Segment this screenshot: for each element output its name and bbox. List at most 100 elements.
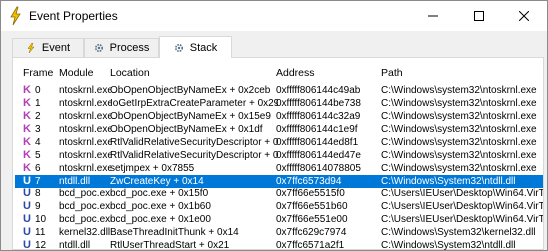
column-header-frame[interactable]: Frame (23, 67, 53, 81)
table-row[interactable]: K 1 ntoskrnl.exe IoGetIrpExtraCreateParamet… (15, 97, 543, 110)
cell-address: 0xfffff806144be738 (276, 97, 361, 109)
minimize-button[interactable] (410, 1, 456, 31)
cell-frame: 4 (35, 136, 41, 148)
cell-path: C:\Windows\system32\ntoskrnl.exe (381, 162, 537, 174)
cell-location: ObOpenObjectByNameEx + 0x15e9 (110, 110, 271, 122)
kernel-mode-icon: K (23, 135, 31, 148)
user-mode-icon: U (23, 187, 31, 200)
cell-path: C:\Windows\system32\ntoskrnl.exe (381, 123, 537, 135)
cell-frame: 5 (35, 149, 41, 161)
column-header-path[interactable]: Path (381, 67, 403, 81)
close-icon (519, 11, 529, 21)
user-mode-icon: U (23, 226, 31, 239)
column-header-module[interactable]: Module (59, 67, 93, 81)
cell-frame: 12 (35, 240, 47, 251)
cell-location: RtlUserThreadStart + 0x21 (110, 240, 230, 251)
column-header-location[interactable]: Location (110, 67, 150, 81)
cell-module: bcd_poc.exe (59, 214, 111, 226)
cell-address: 0xfffff806144c49ab (276, 85, 361, 96)
cell-path: C:\Windows\System32\kernel32.dll (381, 227, 536, 239)
table-row[interactable]: K 2 ntoskrnl.exe ObOpenObjectByNameEx + 0x1… (15, 110, 543, 123)
cell-path: C:\Users\IEUser\Desktop\Win64.VirTool.BC… (381, 201, 543, 213)
table-row[interactable]: K 0 ntoskrnl.exe ObOpenObjectByNameEx + 0x2… (15, 84, 543, 97)
cell-path: C:\Users\IEUser\Desktop\Win64.VirTool.BC… (381, 188, 543, 200)
table-row[interactable]: K 5 ntoskrnl.exe RtlValidRelativeSecurityDe… (15, 149, 543, 162)
window-title: Event Properties (29, 9, 118, 23)
cell-module: ntoskrnl.exe (59, 149, 111, 161)
gear-icon (174, 43, 183, 52)
cell-module: ntdll.dll (59, 175, 91, 187)
cell-path: C:\Windows\System32\ntdll.dll (381, 240, 516, 251)
table-row[interactable]: U 10 bcd_poc.exe bcd_poc.exe + 0x1e00 0x7ff6… (15, 213, 543, 226)
table-row[interactable]: U 7 ntdll.dll ZwCreateKey + 0x14 0x7ffc6573d… (15, 174, 543, 188)
cell-location: ZwCreateKey + 0x14 (110, 175, 204, 187)
cell-address: 0x7ff66e551b60 (276, 201, 348, 213)
cell-path: C:\Users\IEUser\Desktop\Win64.VirTool.BC… (381, 214, 543, 226)
cell-frame: 6 (35, 162, 41, 174)
minimize-icon (428, 15, 438, 17)
cell-location: BaseThreadInitThunk + 0x14 (110, 227, 239, 239)
tab-label: Event (41, 42, 71, 54)
cell-path: C:\Windows\system32\ntoskrnl.exe (381, 149, 537, 161)
column-header-address[interactable]: Address (276, 67, 315, 81)
table-row[interactable]: U 9 bcd_poc.exe bcd_poc.exe + 0x1b60 0x7ff66… (15, 200, 543, 213)
cell-address: 0x7ffc6571a2f1 (276, 240, 345, 251)
tab-stack[interactable]: Stack (159, 36, 232, 58)
close-button[interactable] (501, 1, 547, 31)
user-mode-icon: U (23, 174, 31, 187)
title-bar[interactable]: Event Properties (1, 1, 547, 31)
cell-path: C:\Windows\system32\ntoskrnl.exe (381, 136, 537, 148)
cell-module: ntoskrnl.exe (59, 97, 111, 109)
cell-frame: 0 (35, 85, 41, 96)
table-row[interactable]: U 11 kernel32.dll BaseThreadInitThunk + 0x1… (15, 226, 543, 239)
cell-frame: 10 (35, 214, 47, 226)
kernel-mode-icon: K (23, 109, 31, 122)
dialog-content: Event Process Stack Frame Module Locatio… (1, 31, 547, 250)
maximize-icon (474, 11, 484, 21)
cell-location: setjmpex + 0x7855 (110, 162, 195, 174)
cell-module: ntoskrnl.exe (59, 136, 111, 148)
table-row[interactable]: K 3 ntoskrnl.exe ObOpenObjectByNameEx + 0x1… (15, 123, 543, 136)
cell-path: C:\Windows\system32\ntoskrnl.exe (381, 110, 537, 122)
cell-frame: 3 (35, 123, 41, 135)
cell-location: RtlValidRelativeSecurityDescriptor + 0x2… (110, 149, 278, 161)
cell-module: ntoskrnl.exe (59, 123, 111, 135)
tab-event[interactable]: Event (12, 38, 84, 57)
kernel-mode-icon: K (23, 161, 31, 174)
table-row[interactable]: K 6 ntoskrnl.exe setjmpex + 0x7855 0xfffff80… (15, 162, 543, 175)
table-row[interactable]: U 12 ntdll.dll RtlUserThreadStart + 0x21 0x7… (15, 239, 543, 251)
cell-frame: 8 (35, 188, 41, 200)
kernel-mode-icon: K (23, 84, 31, 96)
kernel-mode-icon: K (23, 148, 31, 161)
cell-path: C:\Windows\System32\ntdll.dll (381, 175, 516, 187)
cell-location: ObOpenObjectByNameEx + 0x1df (110, 123, 263, 135)
cell-address: 0xfffff806144ed47e (276, 149, 361, 161)
cell-module: bcd_poc.exe (59, 201, 111, 213)
maximize-button[interactable] (456, 1, 502, 31)
cell-frame: 9 (35, 201, 41, 213)
kernel-mode-icon: K (23, 122, 31, 135)
cell-module: ntoskrnl.exe (59, 110, 111, 122)
cell-path: C:\Windows\system32\ntoskrnl.exe (381, 97, 537, 109)
cell-location: bcd_poc.exe + 0x1e00 (110, 214, 211, 226)
cell-module: bcd_poc.exe (59, 188, 111, 200)
user-mode-icon: U (23, 239, 31, 251)
cell-address: 0xfffff806144ed8f1 (276, 136, 359, 148)
cell-location: RtlValidRelativeSecurityDescriptor + 0x2… (110, 136, 278, 148)
cell-address: 0xfffff806144c1e9f (276, 123, 358, 135)
cell-module: ntoskrnl.exe (59, 85, 111, 96)
cell-location: ObOpenObjectByNameEx + 0x2ceb (110, 85, 271, 96)
table-row[interactable]: K 4 ntoskrnl.exe RtlValidRelativeSecurityDe… (15, 136, 543, 149)
cell-module: ntoskrnl.exe (59, 162, 111, 174)
cell-location: bcd_poc.exe + 0x15f0 (110, 188, 209, 200)
cell-frame: 11 (35, 227, 46, 239)
user-mode-icon: U (23, 213, 31, 226)
table-row[interactable]: U 8 bcd_poc.exe bcd_poc.exe + 0x15f0 0x7ff66… (15, 187, 543, 200)
stack-panel: Frame Module Location Address Path K 0 nto… (12, 57, 544, 250)
lightning-icon (27, 43, 35, 53)
cell-location: IoGetIrpExtraCreateParameter + 0x2998 (110, 97, 278, 109)
tab-process[interactable]: Process (84, 38, 159, 57)
cell-address: 0x7ffc629c7974 (276, 227, 347, 239)
cell-address: 0x7ffc6573d94 (276, 175, 342, 187)
cell-location: bcd_poc.exe + 0x1b60 (110, 201, 211, 213)
